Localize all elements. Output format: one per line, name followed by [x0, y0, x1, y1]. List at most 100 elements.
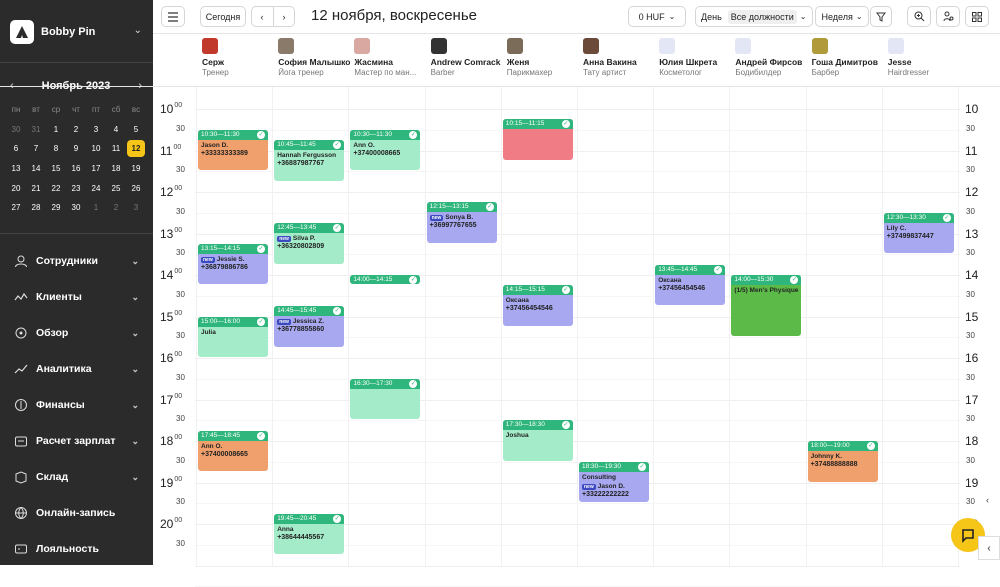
client-name-text: Johnny K.	[810, 453, 843, 460]
hour-label-left: 1700	[160, 393, 182, 407]
collapse-panel-button[interactable]: ‹	[978, 536, 1000, 560]
appointment-card[interactable]: 17:45—18:45 ✓ Ann O. +37400008665	[198, 430, 268, 472]
minute-value: 00	[174, 434, 183, 441]
user-settings-icon	[943, 11, 953, 22]
appointment-card[interactable]: 14:15—15:15 ✓ Оксана +37456454546	[502, 285, 573, 326]
prev-day-icon[interactable]: ‹	[261, 12, 264, 22]
appointment-time: 10:45—11:45 ✓	[274, 140, 345, 151]
next-day-icon[interactable]: ›	[283, 12, 286, 22]
hour-value: 13	[160, 226, 174, 241]
appointment-card[interactable]: 14:00—14:15 ✓	[350, 275, 421, 285]
appointment-card[interactable]: 10:30—11:30 ✓ Ann O. +37400008665	[350, 129, 421, 171]
hour-label-left: 1800	[160, 434, 182, 448]
client-name-text: Jessie S.	[216, 255, 245, 263]
client-phone: +36320802809	[277, 243, 325, 251]
today-button[interactable]: Сегодня	[200, 6, 246, 27]
appointment-card[interactable]: 10:15—11:15 ✓	[502, 119, 573, 160]
staff-column-header[interactable]: Женя Парикмахер	[503, 36, 579, 86]
client-name: Anna	[274, 524, 344, 533]
staff-name: Андрей Фирсов	[735, 57, 803, 67]
staff-role: Hairdresser	[887, 68, 930, 77]
client-name-text: Оксана	[505, 297, 529, 305]
confirmed-icon: ✓	[561, 286, 570, 295]
client-phone: +37456454546	[505, 305, 553, 313]
hour-value: 17	[160, 392, 174, 407]
appointment-card[interactable]: 16:30—17:30 ✓	[350, 378, 421, 420]
hour-label-left: 1400	[160, 268, 182, 282]
staff-column-header[interactable]: Андрей Фирсов Бодибилдер	[731, 36, 807, 86]
staff-column-header[interactable]: Jesse Hairdresser	[884, 36, 960, 86]
avatar	[887, 38, 904, 54]
appointment-card[interactable]: 18:30—19:30 ✓ Consulting new Jason D. +332222…	[579, 461, 649, 503]
client-name: (1/5) Men's Physique	[731, 285, 801, 294]
staff-column-header[interactable]: Andrew Comrack Barber	[427, 36, 503, 86]
new-client-badge: new	[201, 256, 215, 263]
appointment-card[interactable]: 12:30—13:30 ✓ Lily C. +37499837447	[883, 212, 954, 254]
view-week-select[interactable]: Неделя ⌄	[815, 6, 869, 27]
layout-button[interactable]	[965, 6, 989, 27]
appointment-card[interactable]: 19:45—20:45 ✓ Anna +38644445567	[274, 513, 345, 555]
half-hour-label: 30	[176, 455, 185, 465]
half-hour-label-right: 30	[966, 497, 975, 507]
half-hour-label: 30	[176, 538, 185, 548]
new-client-badge: new	[277, 319, 291, 326]
view-day-button[interactable]: День	[701, 12, 722, 22]
appointment-time: 15:00—16:00 ✓	[198, 316, 268, 327]
hour-value: 15	[965, 309, 979, 324]
divider	[0, 62, 153, 63]
appointment-card[interactable]: 15:00—16:00 ✓ Julia	[198, 316, 268, 357]
appointment-time: 10:30—11:30 ✓	[350, 129, 421, 140]
appointment-card[interactable]: 10:45—11:45 ✓ Hannah Fergusson +36887987767	[274, 140, 345, 181]
staff-column-header[interactable]: Гоша Димитров Барбер	[808, 36, 884, 86]
appointment-card[interactable]: 12:15—13:15 ✓ new Sonya B. +36997767655	[426, 202, 497, 243]
brand-switcher[interactable]: Bobby Pin ⌄	[10, 19, 142, 45]
staff-column-header[interactable]: Серж Тренер	[198, 36, 274, 86]
appointment-card[interactable]: 13:45—14:45 ✓ Оксана +37456454546	[655, 264, 726, 306]
appointment-time: 12:15—13:15 ✓	[426, 202, 497, 213]
client-name: Joshua	[503, 430, 573, 439]
half-hour-label-right: 30	[966, 455, 975, 465]
confirmed-icon: ✓	[257, 431, 265, 440]
zoom-button[interactable]	[907, 6, 931, 27]
currency-select[interactable]: 0 HUF ⌄	[628, 6, 686, 27]
appointment-card[interactable]: 14:00—15:30 ✓ (1/5) Men's Physique	[731, 275, 802, 337]
appointment-time: 10:15—11:15 ✓	[502, 119, 573, 130]
staff-column-header[interactable]: Жасмина Мастер по ман...	[350, 36, 426, 86]
column-divider	[577, 87, 578, 566]
appointment-time-text: 14:00—15:30	[734, 276, 774, 283]
appointment-card[interactable]: 17:30—18:30 ✓ Joshua	[502, 420, 573, 461]
staff-column-header[interactable]: Анна Вакина Тату артист	[579, 36, 655, 86]
appointment-card[interactable]: 14:45—15:45 ✓ new Jessica Z. +36778855860	[274, 306, 345, 347]
staff-name: Andrew Comrack	[430, 57, 501, 67]
appointment-card[interactable]: 12:45—13:45 ✓ new Silva P. +36320802809	[274, 223, 345, 264]
hour-label-right: 14	[965, 268, 978, 282]
staff-settings-button[interactable]	[936, 6, 960, 27]
scroll-right-icon[interactable]: ‹	[986, 495, 989, 505]
appointment-card[interactable]: 18:00—19:00 ✓ Johnny K. +37488888888	[807, 441, 878, 482]
confirmed-icon: ✓	[333, 141, 342, 150]
staff-name: Серж	[202, 57, 224, 67]
staff-column-header[interactable]: Юлия Шкрета Косметолог	[655, 36, 731, 86]
filter-button[interactable]	[870, 6, 892, 27]
column-divider	[424, 87, 426, 566]
appointment-card[interactable]: 13:15—14:15 ✓ new Jessie S. +36879886786	[198, 243, 268, 285]
staff-name: Женя	[506, 57, 530, 67]
hour-label-right: 17	[965, 393, 978, 407]
staff-column-header[interactable]: София Малышко Йога тренер	[274, 36, 350, 86]
hour-value: 18	[965, 434, 979, 448]
half-hour-label-right: 30	[966, 248, 975, 258]
appointment-card[interactable]: 10:30—11:30 ✓ Jason D. +33333333389	[198, 129, 268, 171]
half-hour-label: 30	[176, 165, 185, 175]
position-filter[interactable]: Все должности	[727, 9, 797, 24]
date-nav: ‹ ›	[251, 6, 295, 27]
menu-toggle-button[interactable]	[161, 6, 185, 27]
client-name: Ann O.	[350, 140, 420, 149]
minute-value: 00	[174, 185, 183, 192]
confirmed-icon: ✓	[409, 379, 418, 388]
confirmed-icon: ✓	[638, 462, 646, 471]
staff-role: Бодибилдер	[735, 68, 782, 77]
client-name-text: Lily C.	[886, 224, 907, 232]
half-hour-label: 30	[176, 206, 185, 216]
appointment-time-text: 12:15—13:15	[429, 203, 469, 211]
minute-value: 00	[174, 309, 183, 317]
